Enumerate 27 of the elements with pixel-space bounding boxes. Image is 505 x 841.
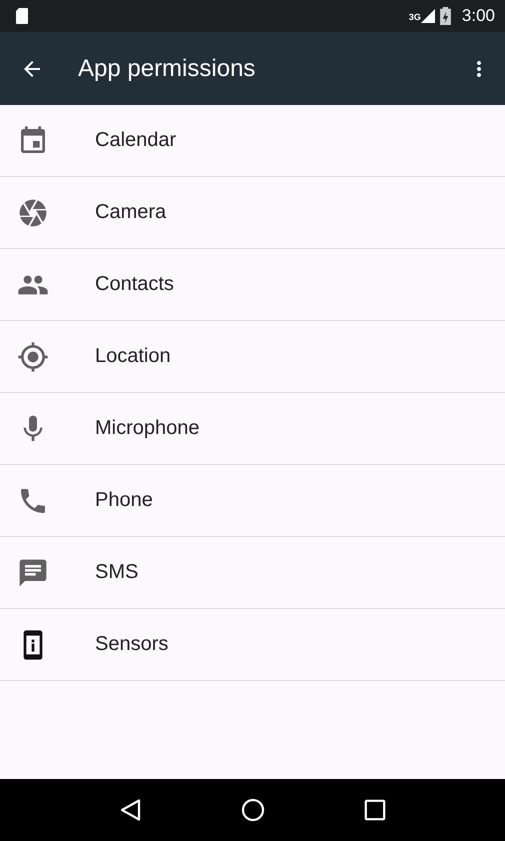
permission-label: Sensors [95,633,168,656]
signal-icon [420,9,435,23]
permission-item[interactable]: Camera [0,177,505,249]
camera-aperture-icon [17,196,49,228]
permission-label: Contacts [95,273,174,296]
permission-item[interactable]: Contacts [0,249,505,321]
permission-label: Microphone [95,417,200,440]
permission-item[interactable]: Location [0,321,505,393]
permission-label: SMS [95,561,138,584]
permission-label: Calendar [95,129,176,152]
overview-square-icon[interactable] [364,799,386,821]
permission-item[interactable]: Sensors [0,609,505,681]
message-icon [17,556,49,588]
permission-label: Phone [95,489,153,512]
permission-item[interactable]: Microphone [0,393,505,465]
sd-card-icon [16,8,28,24]
home-circle-icon[interactable] [241,798,266,822]
clock: 3:00 [462,6,495,26]
permission-item[interactable]: Calendar [0,105,505,177]
permission-item[interactable]: Phone [0,465,505,537]
screen-title: App permissions [78,54,256,82]
crosshair-icon [17,340,49,372]
permission-label: Location [95,345,171,368]
battery-icon [440,7,451,25]
network-type: 3G [408,12,421,22]
permission-label: Camera [95,201,166,224]
permission-item[interactable]: SMS [0,537,505,609]
